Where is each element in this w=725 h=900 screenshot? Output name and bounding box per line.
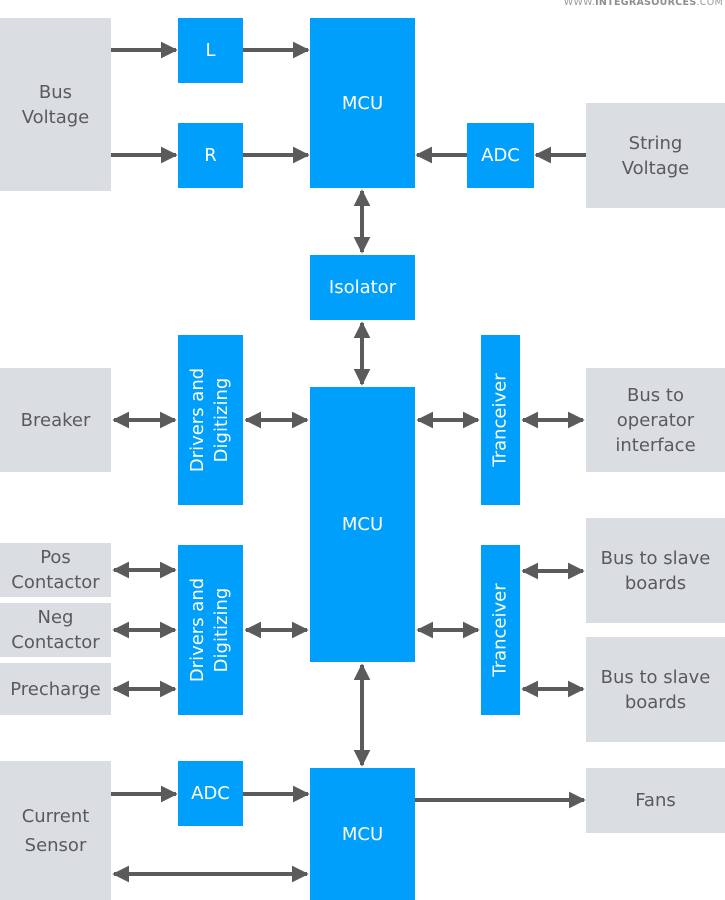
drivers-digitizing-block-2: Drivers and Digitizing [178,545,243,715]
bus-operator-block: Bus to operator interface [586,368,725,472]
tranceiver-block-1: Tranceiver [481,335,520,505]
tranceiver-label-1: Tranceiver [489,373,511,467]
breaker-block: Breaker [0,368,111,472]
fans-label: Fans [635,790,676,811]
tranceiver-label-2: Tranceiver [489,583,511,677]
bus-voltage-label: Bus Voltage [21,81,90,128]
fans-block: Fans [586,768,725,833]
l-block: L [178,18,243,83]
drivers-digitizing-label-2: Drivers and Digitizing [187,577,233,683]
bus-slave-block-2: Bus to slave boards [586,637,725,742]
tranceiver-block-2: Tranceiver [481,545,520,715]
pos-contactor-label: Pos Contactor [11,547,100,593]
pos-contactor-block: Pos Contactor [0,543,111,597]
precharge-block: Precharge [0,663,111,715]
mcu-top-block: MCU [310,18,415,188]
isolator-block: Isolator [310,255,415,320]
current-sensor-block: Current Sensor [0,761,111,900]
bus-slave-label-2: Bus to slave boards [600,666,711,713]
bus-slave-label-1: Bus to slave boards [600,547,711,594]
adc-top-label: ADC [481,145,520,166]
l-label: L [205,40,216,61]
precharge-label: Precharge [10,678,101,700]
string-voltage-block: String Voltage [586,103,725,208]
adc-bottom-block: ADC [178,761,243,826]
current-sensor-label: Current Sensor [21,805,90,856]
adc-bottom-label: ADC [191,783,230,804]
neg-contactor-label: Neg Contactor [11,607,100,653]
isolator-label: Isolator [328,277,397,298]
r-block: R [178,123,243,188]
mcu-main-label: MCU [341,514,384,535]
string-voltage-label: String Voltage [621,132,690,179]
r-label: R [204,145,217,166]
mcu-top-label: MCU [341,92,384,114]
drivers-digitizing-block-1: Drivers and Digitizing [178,335,243,505]
breaker-label: Breaker [20,409,91,431]
bus-voltage-block: Bus Voltage [0,18,111,191]
drivers-digitizing-label-1: Drivers and Digitizing [187,367,233,473]
neg-contactor-block: Neg Contactor [0,603,111,657]
bus-operator-label: Bus to operator interface [615,384,696,456]
mcu-bottom-label: MCU [341,823,384,845]
adc-top-block: ADC [467,123,534,188]
mcu-main-block: MCU [310,387,415,662]
bus-slave-block-1: Bus to slave boards [586,518,725,623]
mcu-bottom-block: MCU [310,768,415,900]
